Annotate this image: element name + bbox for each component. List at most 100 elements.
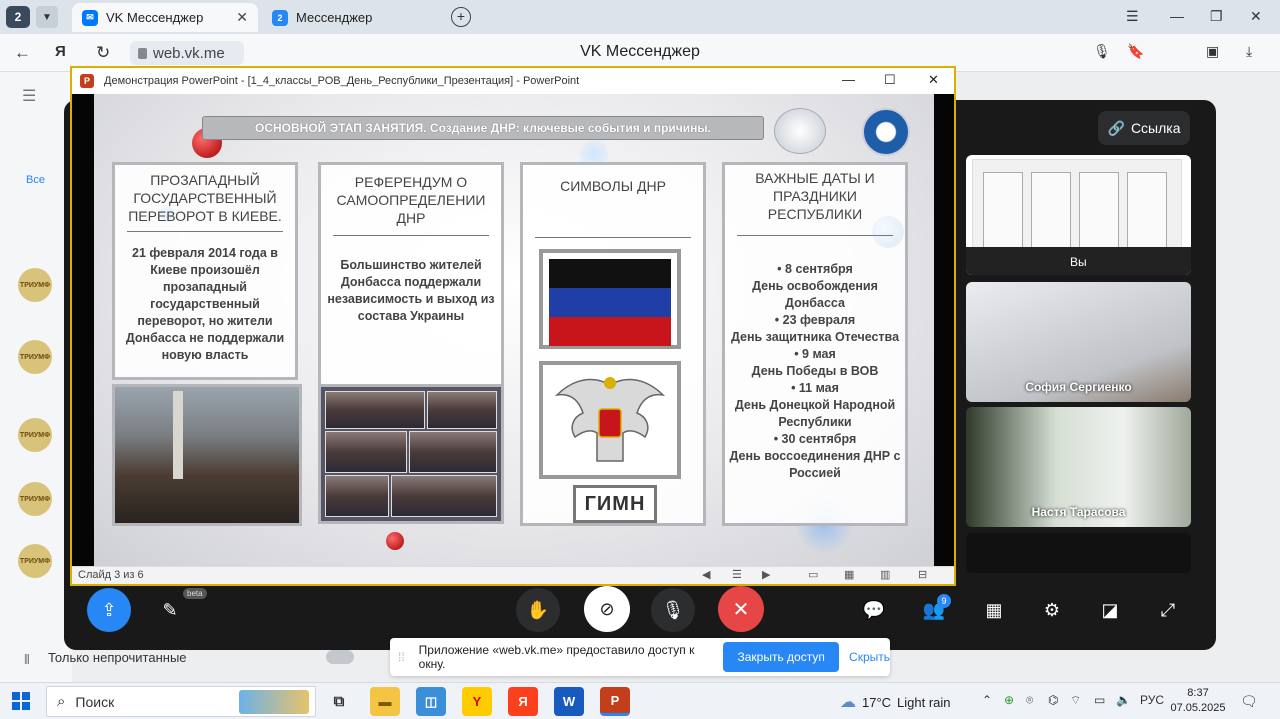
microphone-icon[interactable]: 🎙 [1093, 43, 1111, 60]
yandex-icon[interactable]: Я [508, 687, 538, 716]
camera-tray-icon[interactable]: ⌾ [1026, 693, 1033, 708]
word-icon[interactable]: W [554, 687, 584, 716]
column-title: ВАЖНЫЕ ДАТЫ И ПРАЗДНИКИ РЕСПУБЛИКИ [755, 170, 875, 222]
hide-notice-link[interactable]: Скрыть [849, 650, 890, 664]
close-window-icon[interactable]: ✕ [1250, 8, 1262, 25]
collections-icon[interactable]: ▣ [1206, 43, 1219, 60]
avatar[interactable]: ТРИУМФ [18, 544, 52, 578]
hamburger-icon[interactable]: ☰ [22, 86, 36, 106]
chevron-down-icon[interactable]: ▼ [36, 6, 58, 28]
drag-handle-icon[interactable]: ⁞⁞ [398, 650, 405, 664]
avatar[interactable]: ТРИУМФ [18, 482, 52, 516]
bookmark-icon[interactable]: 🔖 [1127, 43, 1144, 60]
column-text: Большинство жителей Донбасса поддержали … [327, 258, 495, 323]
powerpoint-taskbar-icon[interactable]: P [600, 687, 630, 716]
microphone-button[interactable]: 🎙 [651, 588, 695, 632]
reading-view-icon[interactable]: ▥ [880, 568, 890, 581]
tab-counter[interactable]: 2 ▼ [6, 5, 66, 29]
file-explorer-icon[interactable]: ▬ [370, 687, 400, 716]
only-unread-toggle[interactable] [326, 650, 354, 664]
avatar[interactable]: ТРИУМФ [18, 268, 52, 302]
slide-sorter-icon[interactable]: ▦ [844, 568, 854, 581]
raise-hand-button[interactable]: ✋ [516, 588, 560, 632]
filter-all[interactable]: Все [26, 174, 45, 186]
tray-app-icon[interactable]: ⊕ [1004, 693, 1014, 707]
notes-icon[interactable]: ☰ [732, 568, 742, 581]
grid-layout-icon[interactable]: ▦ [978, 592, 1010, 628]
restore-icon[interactable]: ❐ [1210, 8, 1223, 25]
powerpoint-icon: P [80, 74, 94, 88]
maximize-icon[interactable]: ☐ [884, 72, 896, 88]
tab-count-badge[interactable]: 2 [6, 6, 30, 28]
yandex-icon[interactable]: Я [55, 43, 66, 60]
participant-tile[interactable]: София Сергиенко [966, 282, 1191, 402]
minimize-icon[interactable]: — [842, 72, 855, 87]
participants-count-badge: 9 [937, 594, 951, 608]
minimize-icon[interactable]: — [1170, 8, 1184, 24]
settings-gear-icon[interactable]: ⚙ [1036, 592, 1068, 628]
chevron-up-icon[interactable]: ⌃ [982, 693, 992, 707]
effects-button[interactable]: ✎ [152, 590, 188, 630]
crowd-photo [391, 475, 497, 517]
notifications-icon[interactable]: 🗨 [1240, 693, 1258, 710]
network-icon[interactable]: ⌬ [1048, 693, 1058, 707]
end-call-button[interactable]: ✕ [718, 586, 764, 632]
url-field[interactable]: web.vk.me [130, 41, 244, 65]
link-icon: 🔗 [1107, 119, 1125, 136]
participant-name: София Сергиенко [1025, 380, 1132, 394]
chat-icon[interactable]: 💬 [858, 592, 890, 628]
chat-list-sidebar: ☰ Все ТРИУМФ ТРИУМФ ТРИУМФ ТРИУМФ ТРИУМФ [0, 72, 72, 682]
anthem-button[interactable]: ГИМН [573, 485, 657, 523]
flag-stripe-red [549, 317, 671, 346]
wifi-icon[interactable]: ⌔ [1070, 693, 1081, 708]
windows-taskbar: ⌕ Поиск ⧉ ▬ ◫ Y Я W P ☁ 17°C Light rain … [0, 682, 1280, 719]
tab-title: VK Мессенджер [106, 10, 204, 25]
volume-icon[interactable]: 🔈 [1116, 693, 1131, 707]
slideshow-icon[interactable]: ⊟ [918, 568, 927, 581]
participant-tile-self[interactable]: Вы [966, 155, 1191, 275]
participant-tile[interactable] [966, 533, 1191, 573]
only-unread-label: Только непрочитанные [48, 650, 187, 665]
browser-tab-strip: 2 ▼ ✉ VK Мессенджер ✕ 2 Мессенджер + ☰ —… [0, 0, 1280, 34]
slide-column-symbols: СИМВОЛЫ ДНР ГИМН [520, 162, 706, 526]
column-divider [333, 235, 489, 236]
picture-in-picture-icon[interactable]: ◪ [1094, 592, 1126, 628]
tab-messenger[interactable]: 2 Мессенджер [262, 3, 442, 32]
system-clock[interactable]: 8:37 07.05.2025 [1168, 686, 1228, 716]
participant-name: Вы [1070, 255, 1087, 269]
clock-time: 8:37 [1187, 687, 1209, 699]
tab-title: Мессенджер [296, 10, 373, 25]
store-icon[interactable]: ◫ [416, 687, 446, 716]
weather-widget[interactable]: ☁ 17°C Light rain [840, 692, 951, 712]
normal-view-icon[interactable]: ▭ [808, 568, 818, 581]
taskbar-search[interactable]: ⌕ Поиск [46, 686, 316, 717]
menu-icon[interactable]: ☰ [1126, 8, 1139, 25]
battery-icon[interactable]: ▭ [1094, 693, 1105, 707]
previous-slide-icon[interactable]: ◀ [702, 568, 710, 581]
powerpoint-window-title: Демонстрация PowerPoint - [1_4_классы_РО… [104, 75, 580, 87]
stop-sharing-button[interactable]: Закрыть доступ [723, 642, 840, 672]
avatar[interactable]: ТРИУМФ [18, 340, 52, 374]
reload-icon[interactable]: ↻ [96, 43, 110, 63]
close-icon[interactable]: ✕ [928, 72, 939, 88]
date-item: • 11 мая [791, 381, 839, 395]
task-view-icon[interactable]: ⧉ [324, 687, 354, 716]
fullscreen-icon[interactable]: ⤢ [1152, 592, 1184, 628]
participant-tile[interactable]: Настя Тарасова [966, 407, 1191, 527]
powerpoint-window: P Демонстрация PowerPoint - [1_4_классы_… [70, 66, 956, 586]
back-arrow-icon[interactable]: ← [14, 43, 31, 63]
link-button[interactable]: 🔗 Ссылка [1098, 111, 1190, 145]
new-tab-plus-icon[interactable]: + [451, 7, 471, 27]
windows-start-icon[interactable] [12, 692, 30, 710]
screen-share-button[interactable]: ⇪ [87, 588, 131, 632]
tab-vk-messenger[interactable]: ✉ VK Мессенджер ✕ [72, 3, 258, 32]
next-slide-icon[interactable]: ▶ [762, 568, 770, 581]
camera-off-button[interactable]: ⊘ [584, 586, 630, 632]
clock-date: 07.05.2025 [1170, 702, 1226, 714]
yandex-browser-icon[interactable]: Y [462, 687, 492, 716]
close-tab-icon[interactable]: ✕ [236, 9, 248, 26]
avatar[interactable]: ТРИУМФ [18, 418, 52, 452]
keyboard-language[interactable]: РУС [1140, 693, 1164, 707]
download-icon[interactable]: ⤓ [1246, 43, 1252, 60]
flag-stripe-black [549, 259, 671, 288]
